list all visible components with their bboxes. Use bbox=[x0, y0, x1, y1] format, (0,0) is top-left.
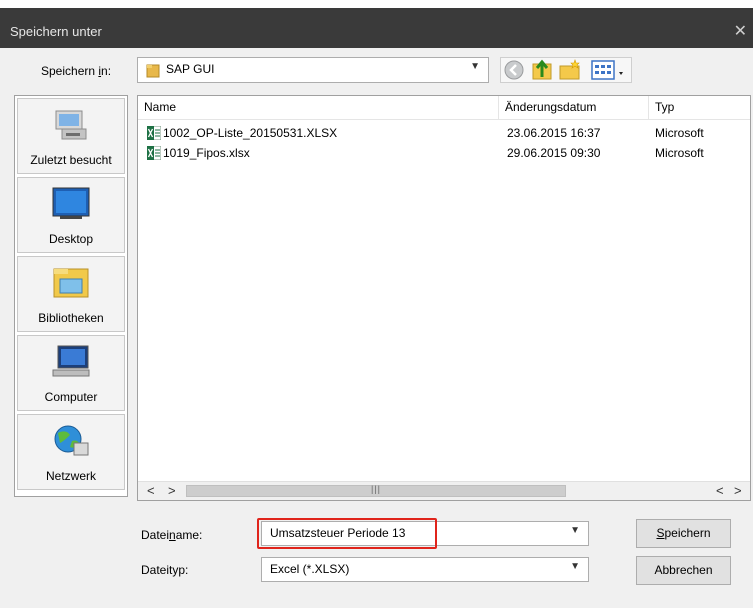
new-folder-icon[interactable] bbox=[558, 58, 582, 82]
scroll-grip-icon: ||| bbox=[371, 484, 382, 494]
place-network-label: Netzwerk bbox=[45, 469, 96, 483]
file-row[interactable]: 1002_OP-Liste_20150531.XLSX 23.06.2015 1… bbox=[138, 123, 750, 143]
chevron-down-icon[interactable]: ▼ bbox=[570, 561, 580, 572]
view-menu-icon[interactable] bbox=[590, 58, 628, 82]
chevron-down-icon[interactable]: ▼ bbox=[470, 61, 480, 72]
scroll-right-icon[interactable]: > bbox=[168, 483, 176, 498]
recent-places-icon bbox=[55, 110, 87, 140]
save-in-value: SAP GUI bbox=[166, 62, 215, 76]
filetype-select[interactable]: Excel (*.XLSX) ▼ bbox=[261, 557, 589, 582]
place-recent-label: Zuletzt besucht bbox=[30, 153, 112, 167]
folder-icon bbox=[146, 64, 160, 78]
filetype-label: Dateityp: bbox=[141, 563, 189, 577]
scroll-left-icon[interactable]: < bbox=[716, 483, 724, 498]
place-desktop[interactable]: Desktop bbox=[17, 177, 125, 253]
scroll-thumb[interactable]: ||| bbox=[186, 484, 566, 497]
excel-file-icon bbox=[147, 146, 161, 160]
place-desktop-label: Desktop bbox=[48, 232, 94, 246]
desktop-icon bbox=[52, 187, 90, 219]
file-list-header: Name Änderungsdatum Typ bbox=[138, 96, 750, 120]
file-name: 1019_Fipos.xlsx bbox=[163, 146, 250, 160]
up-folder-icon[interactable] bbox=[530, 58, 554, 82]
close-icon[interactable]: ✕ bbox=[734, 21, 747, 41]
place-computer[interactable]: Computer bbox=[17, 335, 125, 411]
filename-label: Dateiname: bbox=[141, 528, 203, 542]
column-type[interactable]: Typ bbox=[649, 96, 750, 119]
title-bar[interactable]: Speichern unter ✕ bbox=[0, 8, 753, 48]
excel-file-icon bbox=[147, 126, 161, 140]
save-in-combo[interactable]: SAP GUI ▼ bbox=[137, 57, 489, 83]
horizontal-scrollbar[interactable]: < > ||| < > bbox=[138, 481, 750, 500]
file-type: Microsoft bbox=[655, 126, 704, 140]
window-title: Speichern unter bbox=[10, 24, 102, 39]
computer-icon bbox=[52, 345, 90, 377]
file-date: 23.06.2015 16:37 bbox=[507, 126, 601, 140]
chevron-down-icon[interactable]: ▼ bbox=[570, 525, 580, 536]
place-computer-label: Computer bbox=[44, 390, 98, 404]
file-name: 1002_OP-Liste_20150531.XLSX bbox=[163, 126, 338, 140]
file-row[interactable]: 1019_Fipos.xlsx 29.06.2015 09:30 Microso… bbox=[138, 143, 750, 163]
filetype-value: Excel (*.XLSX) bbox=[270, 562, 350, 576]
places-bar: Zuletzt besucht Desktop Bibliotheken Com… bbox=[14, 95, 128, 497]
save-button[interactable]: Speichern bbox=[636, 519, 731, 548]
network-icon bbox=[54, 425, 89, 456]
filename-highlight bbox=[257, 518, 437, 549]
place-recent[interactable]: Zuletzt besucht bbox=[17, 98, 125, 174]
libraries-icon bbox=[53, 268, 89, 298]
place-libraries-label: Bibliotheken bbox=[38, 311, 104, 325]
place-network[interactable]: Netzwerk bbox=[17, 414, 125, 490]
top-strip bbox=[0, 0, 753, 8]
file-date: 29.06.2015 09:30 bbox=[507, 146, 601, 160]
cancel-button[interactable]: Abbrechen bbox=[636, 556, 731, 585]
column-name[interactable]: Name bbox=[138, 96, 499, 119]
scroll-left-icon[interactable]: < bbox=[147, 483, 155, 498]
place-libraries[interactable]: Bibliotheken bbox=[17, 256, 125, 332]
scroll-right-icon[interactable]: > bbox=[734, 483, 742, 498]
save-in-label: Speichern in: bbox=[41, 64, 112, 78]
column-date[interactable]: Änderungsdatum bbox=[499, 96, 649, 119]
back-icon[interactable] bbox=[502, 58, 526, 82]
file-type: Microsoft bbox=[655, 146, 704, 160]
file-list[interactable]: Name Änderungsdatum Typ 1002_OP-Liste_20… bbox=[137, 95, 751, 501]
